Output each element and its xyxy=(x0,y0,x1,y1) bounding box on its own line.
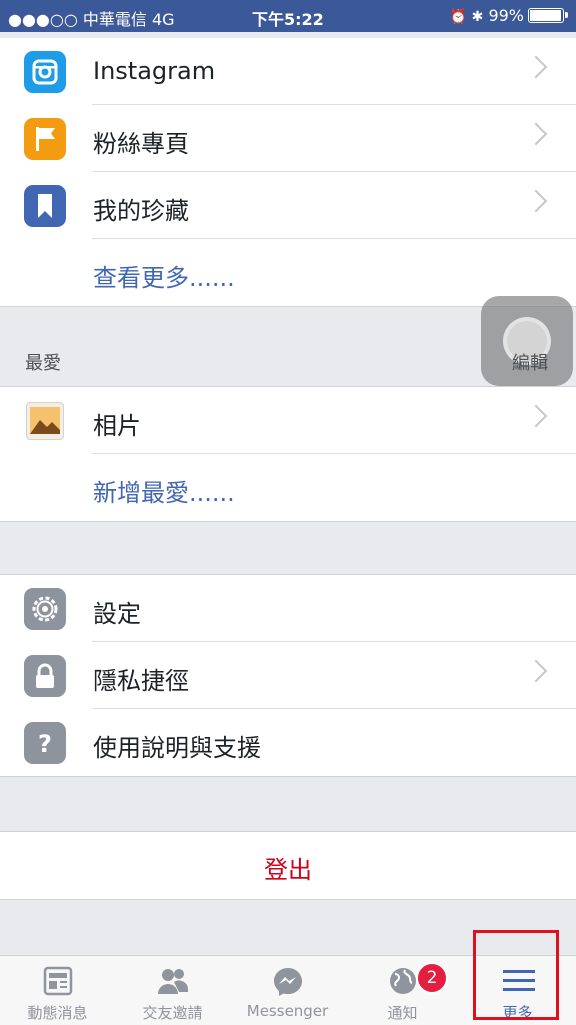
settings-list: 設定 隱私捷徑 ? 使用說明與支援 xyxy=(0,574,576,777)
highlight-box xyxy=(473,930,559,1020)
news-feed-icon xyxy=(42,966,74,996)
lock-icon xyxy=(24,655,66,697)
chevron-right-icon xyxy=(524,659,548,683)
add-favorite-label: 新增最愛...... xyxy=(93,479,235,507)
clock: 下午5:22 xyxy=(252,10,324,29)
globe-icon xyxy=(387,966,419,996)
list-item-label: 我的珍藏 xyxy=(93,197,189,225)
logout-button[interactable]: 登出 xyxy=(0,831,576,900)
see-more-label: 查看更多...... xyxy=(93,264,235,292)
battery-status: ⏰ ✱ 99% xyxy=(449,6,568,25)
notification-badge: 2 xyxy=(416,962,448,994)
instagram-icon xyxy=(24,51,66,93)
svg-text:?: ? xyxy=(38,730,52,758)
chevron-right-icon xyxy=(524,55,548,79)
add-favorite-link[interactable]: 新增最愛...... xyxy=(0,454,576,521)
list-item-pages[interactable]: 粉絲專頁 xyxy=(0,105,576,172)
chevron-right-icon xyxy=(524,404,548,428)
bookmark-icon xyxy=(24,185,66,227)
chevron-right-icon xyxy=(524,189,548,213)
favorites-header: 最愛 xyxy=(25,353,61,374)
list-item-photos[interactable]: 相片 xyxy=(0,387,576,454)
tab-messenger[interactable]: Messenger xyxy=(230,956,345,1025)
list-item-label: 設定 xyxy=(93,600,141,628)
tab-friend-requests[interactable]: 交友邀請 xyxy=(115,956,230,1025)
tab-label: 通知 xyxy=(387,1004,418,1022)
list-item-privacy[interactable]: 隱私捷徑 xyxy=(0,642,576,709)
logout-label: 登出 xyxy=(264,856,312,884)
list-item-saved[interactable]: 我的珍藏 xyxy=(0,172,576,239)
list-item-label: 相片 xyxy=(93,412,141,440)
status-bar: ●●●○○ 中華電信 4G 下午5:22 ⏰ ✱ 99% xyxy=(0,0,576,32)
list-item-instagram[interactable]: Instagram xyxy=(0,38,576,105)
apps-list: Instagram 粉絲專頁 我的珍藏 查看更多...... xyxy=(0,38,576,307)
messenger-icon xyxy=(272,966,304,996)
list-item-settings[interactable]: 設定 xyxy=(0,575,576,642)
list-item-label: Instagram xyxy=(93,57,216,85)
see-more-link[interactable]: 查看更多...... xyxy=(0,239,576,306)
favorites-list: 相片 新增最愛...... xyxy=(0,386,576,522)
list-item-help[interactable]: ? 使用說明與支援 xyxy=(0,709,576,776)
battery-percent: 99% xyxy=(488,6,524,25)
list-item-label: 使用說明與支援 xyxy=(93,734,261,762)
photos-icon xyxy=(26,402,64,440)
carrier-signal: ●●●○○ 中華電信 4G xyxy=(8,10,175,29)
friends-icon xyxy=(157,966,189,996)
flag-icon xyxy=(24,118,66,160)
edit-favorites-button[interactable]: 編輯 xyxy=(512,349,548,375)
help-icon: ? xyxy=(24,722,66,764)
tab-label: 動態消息 xyxy=(27,1004,88,1022)
alarm-icon: ⏰ ✱ xyxy=(449,9,484,25)
gear-icon xyxy=(24,588,66,630)
list-item-label: 隱私捷徑 xyxy=(93,667,189,695)
chevron-right-icon xyxy=(524,122,548,146)
list-item-label: 粉絲專頁 xyxy=(93,130,189,158)
tab-news-feed[interactable]: 動態消息 xyxy=(0,956,115,1025)
tab-label: 交友邀請 xyxy=(142,1004,203,1022)
battery-icon xyxy=(528,8,568,23)
tab-label: Messenger xyxy=(246,1002,329,1020)
